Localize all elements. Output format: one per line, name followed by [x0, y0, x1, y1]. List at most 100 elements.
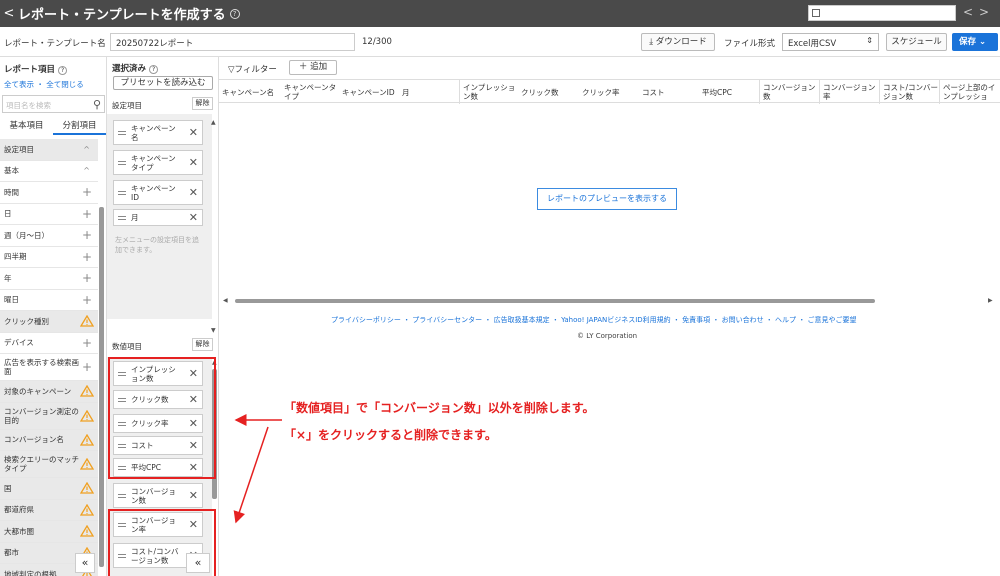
- close-all-link[interactable]: 全て閉じる: [46, 80, 84, 89]
- scroll-right-icon[interactable]: ▶: [988, 297, 993, 304]
- item-search-input[interactable]: 項目名を検索 ⚲: [2, 95, 105, 113]
- plus-icon[interactable]: +: [82, 361, 92, 373]
- tab-split[interactable]: 分割項目: [53, 117, 106, 135]
- show-all-link[interactable]: 全て表示: [4, 80, 34, 89]
- plus-icon[interactable]: +: [82, 185, 92, 199]
- list-item[interactable]: 年 +: [0, 268, 98, 290]
- template-toolbar: レポート・テンプレート名 20250722レポート 12/300 ⤓ ダウンロー…: [0, 27, 1000, 57]
- scrollbar[interactable]: [99, 207, 104, 567]
- scroll-up-icon[interactable]: ▲: [211, 119, 216, 126]
- list-item[interactable]: 週（月〜日） +: [0, 225, 98, 247]
- filter-button[interactable]: ▽フィルター: [228, 63, 277, 75]
- footer-links[interactable]: プライバシーポリシー ・ プライバシーセンター ・ 広告取扱基本規定 ・ Yah…: [331, 315, 857, 325]
- list-item-label: コンバージョン名: [4, 435, 64, 445]
- list-item[interactable]: 基本 ^: [0, 161, 98, 182]
- list-item[interactable]: 都道府県: [0, 499, 98, 521]
- list-item-label: 都市: [4, 548, 19, 558]
- list-item[interactable]: 国: [0, 478, 98, 500]
- chevron-up-icon[interactable]: ^: [83, 166, 90, 175]
- template-name-input[interactable]: 20250722レポート: [110, 33, 355, 51]
- drag-handle-icon[interactable]: [118, 215, 126, 220]
- clear-setting-button[interactable]: 解除: [192, 97, 213, 110]
- char-count: 12/300: [362, 37, 392, 47]
- search-icon[interactable]: ⚲: [93, 98, 101, 111]
- list-item[interactable]: コンバージョン名: [0, 429, 98, 451]
- list-item[interactable]: 曜日 +: [0, 290, 98, 311]
- selected-chip[interactable]: 月 ✕: [113, 209, 203, 226]
- drag-handle-icon[interactable]: [118, 160, 126, 165]
- plus-icon[interactable]: +: [82, 271, 92, 285]
- plus-icon[interactable]: +: [82, 336, 92, 350]
- list-item[interactable]: 広告を表示する検索画面 +: [0, 354, 98, 381]
- help-icon[interactable]: ?: [57, 66, 68, 75]
- list-item[interactable]: デバイス +: [0, 333, 98, 354]
- warning-icon: [80, 525, 94, 537]
- chevron-up-icon[interactable]: ^: [83, 145, 90, 154]
- list-item-label: デバイス: [4, 338, 34, 348]
- selected-chip[interactable]: コンバージョン数 ✕: [113, 483, 203, 508]
- warning-icon: [80, 458, 94, 470]
- clear-metric-button[interactable]: 解除: [192, 338, 213, 351]
- plus-icon[interactable]: +: [82, 250, 92, 264]
- selected-chip[interactable]: キャンペーンID ✕: [113, 180, 203, 205]
- account-selector[interactable]: [808, 5, 956, 21]
- help-icon[interactable]: ?: [229, 8, 240, 19]
- tab-basic[interactable]: 基本項目: [0, 117, 53, 135]
- collapse-left-button[interactable]: «: [75, 553, 95, 573]
- prev-icon[interactable]: <: [963, 5, 973, 19]
- column-header: クリック数: [521, 87, 559, 97]
- file-format-label: ファイル形式: [724, 39, 776, 49]
- list-item[interactable]: 四半期 +: [0, 247, 98, 268]
- chip-label: コンバージョン数: [131, 486, 176, 505]
- list-item[interactable]: 大都市圏: [0, 521, 98, 543]
- remove-icon[interactable]: ✕: [189, 187, 198, 198]
- annotation-line-2: 「×」をクリックすると削除できます。: [284, 428, 497, 442]
- remove-icon[interactable]: ✕: [189, 157, 198, 168]
- list-item-label: 週（月〜日）: [4, 230, 49, 240]
- selected-chip[interactable]: キャンペーンタイプ ✕: [113, 150, 203, 175]
- load-preset-button[interactable]: プリセットを読み込む: [113, 76, 213, 90]
- chevron-down-icon: ⌄: [978, 37, 987, 47]
- drag-handle-icon[interactable]: [118, 493, 126, 498]
- list-item[interactable]: 時間 +: [0, 182, 98, 204]
- show-preview-button[interactable]: レポートのプレビューを表示する: [537, 188, 677, 210]
- list-item-label: 大都市圏: [4, 526, 34, 536]
- remove-icon[interactable]: ✕: [189, 490, 198, 501]
- drag-handle-icon[interactable]: [118, 190, 126, 195]
- list-item[interactable]: クリック種別: [0, 311, 98, 333]
- save-button[interactable]: 保存 ⌄: [952, 33, 998, 51]
- copyright: © LY Corporation: [577, 332, 638, 340]
- list-item-label: 曜日: [4, 295, 19, 305]
- plus-icon[interactable]: +: [82, 228, 92, 242]
- add-filter-button[interactable]: ＋ 追加: [289, 60, 337, 75]
- scroll-down-icon[interactable]: ▼: [211, 327, 216, 334]
- list-item[interactable]: 日 +: [0, 204, 98, 225]
- horizontal-scrollbar[interactable]: ◀ ▶: [223, 297, 993, 305]
- next-icon[interactable]: >: [979, 5, 989, 19]
- remove-icon[interactable]: ✕: [189, 212, 198, 223]
- scroll-left-icon[interactable]: ◀: [223, 297, 228, 304]
- list-item[interactable]: 検索クエリーのマッチタイプ: [0, 451, 98, 478]
- list-item[interactable]: コンバージョン測定の目的: [0, 402, 98, 430]
- plus-icon[interactable]: +: [82, 293, 92, 307]
- schedule-button[interactable]: スケジュール: [886, 33, 947, 51]
- help-icon[interactable]: ?: [148, 65, 159, 74]
- selected-chip[interactable]: キャンペーン名 ✕: [113, 120, 203, 145]
- setting-items-label: 設定項目: [112, 101, 142, 110]
- search-placeholder: 項目名を検索: [6, 101, 51, 110]
- chip-label: キャンペーンタイプ: [131, 153, 176, 172]
- plus-icon[interactable]: +: [82, 207, 92, 221]
- warning-icon: [80, 409, 94, 422]
- list-item-label: クリック種別: [4, 316, 49, 326]
- list-item[interactable]: 設定項目 ^: [0, 139, 98, 161]
- scrollbar-thumb[interactable]: [235, 299, 875, 303]
- file-format-select[interactable]: Excel用CSV ⇕: [782, 33, 879, 51]
- remove-icon[interactable]: ✕: [189, 127, 198, 138]
- download-button[interactable]: ⤓ ダウンロード: [641, 33, 715, 51]
- selected-heading: 選択済み ?: [112, 62, 159, 74]
- column-header: クリック率: [582, 87, 620, 97]
- list-item[interactable]: 対象のキャンペーン: [0, 381, 98, 403]
- drag-handle-icon[interactable]: [118, 130, 126, 135]
- back-button[interactable]: <: [0, 6, 18, 21]
- highlight-box-delete: [108, 357, 216, 479]
